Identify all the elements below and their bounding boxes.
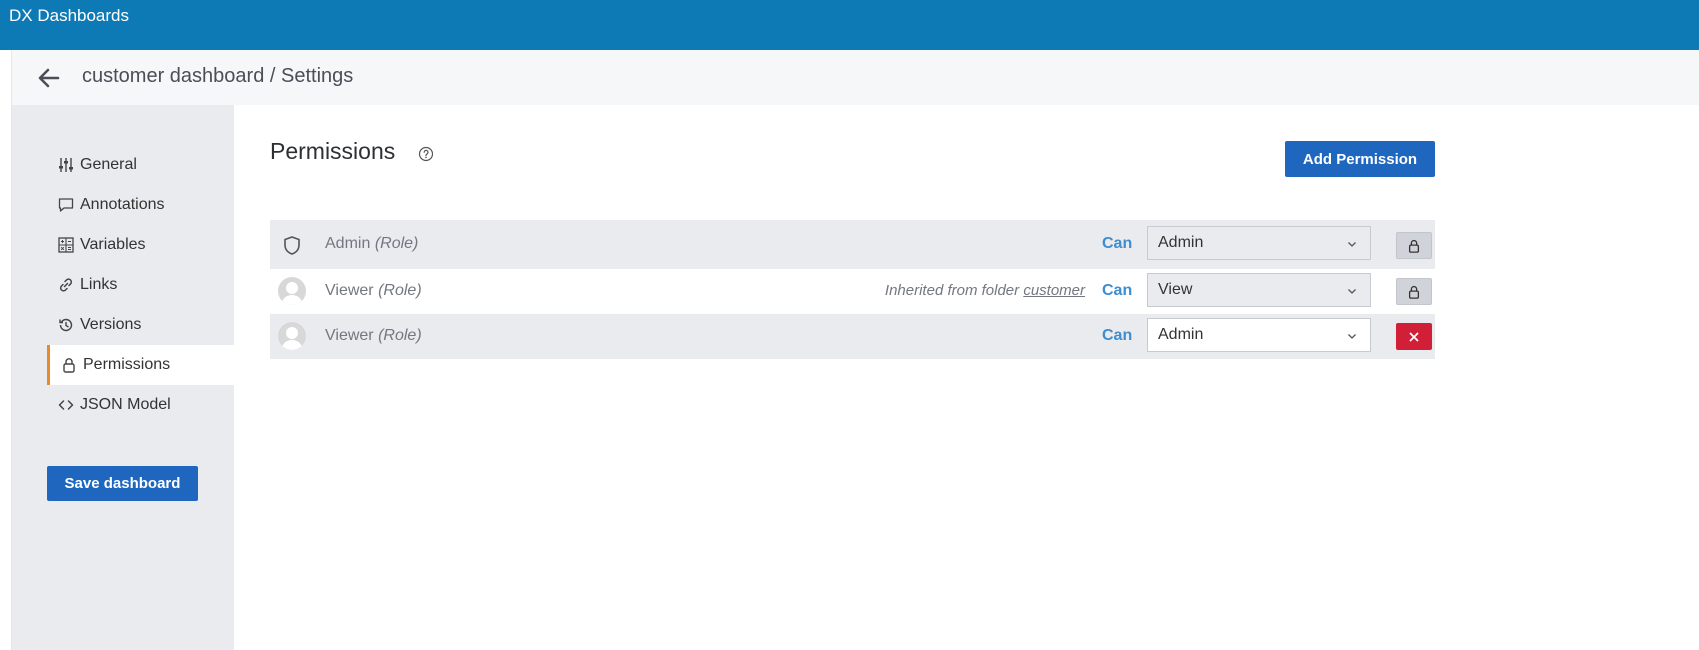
- sidebar-item-label: Links: [80, 276, 118, 293]
- settings-nav: General Annotations Variables Links Vers…: [12, 145, 234, 425]
- shield-icon: [284, 236, 300, 255]
- lock-button[interactable]: [1396, 232, 1432, 259]
- lock-icon: [1408, 239, 1420, 253]
- role-name: Admin (Role): [325, 235, 419, 252]
- permission-select-value: Admin: [1158, 234, 1204, 251]
- permission-select-value: View: [1158, 281, 1193, 298]
- sidebar-item-variables[interactable]: Variables: [12, 225, 234, 265]
- arrow-left-icon: [38, 68, 60, 88]
- role-name: Viewer (Role): [325, 327, 422, 344]
- sidebar-item-json-model[interactable]: JSON Model: [12, 385, 234, 425]
- close-icon: [1409, 332, 1419, 341]
- add-permission-button[interactable]: Add Permission: [1285, 141, 1435, 177]
- sidebar-item-general[interactable]: General: [12, 145, 234, 185]
- sidebar-item-annotations[interactable]: Annotations: [12, 185, 234, 225]
- code-icon: [58, 397, 74, 413]
- link-icon: [58, 277, 74, 293]
- chevron-down-icon: [1348, 242, 1356, 247]
- sidebar-item-versions[interactable]: Versions: [12, 305, 234, 345]
- permission-select[interactable]: Admin: [1147, 318, 1371, 352]
- app-title: DX Dashboards: [9, 6, 130, 25]
- sidebar-item-label: Versions: [80, 316, 142, 333]
- top-bar: DX Dashboards: [0, 0, 1699, 50]
- question-circle-icon[interactable]: [418, 146, 434, 162]
- back-button[interactable]: [36, 66, 62, 90]
- save-dashboard-button[interactable]: Save dashboard: [47, 466, 198, 501]
- role-name: Viewer (Role): [325, 282, 422, 299]
- permission-select-value: Admin: [1158, 326, 1204, 343]
- left-edge: [0, 50, 12, 650]
- chevron-down-icon: [1348, 334, 1356, 339]
- permission-select[interactable]: View: [1147, 273, 1371, 307]
- permission-row: Viewer (Role) Can Admin: [270, 314, 1435, 359]
- sidebar-item-label: Permissions: [83, 356, 171, 373]
- main-content: Permissions Add Permission Admin (Role) …: [235, 105, 1699, 650]
- inherited-folder-link[interactable]: customer: [1023, 282, 1085, 299]
- sliders-icon: [58, 157, 74, 173]
- permissions-table: Admin (Role) Can Admin Viewer (Role) Inh…: [270, 220, 1435, 359]
- can-label: Can: [1102, 282, 1133, 299]
- sidebar-item-label: JSON Model: [80, 396, 171, 413]
- chevron-down-icon: [1348, 289, 1356, 294]
- breadcrumb: customer dashboard / Settings: [82, 65, 354, 87]
- can-label: Can: [1102, 327, 1133, 344]
- sidebar-item-label: Variables: [80, 236, 146, 253]
- lock-button[interactable]: [1396, 278, 1432, 305]
- calculator-icon: [58, 237, 74, 253]
- inherited-note: Inherited from folder customer: [884, 282, 1085, 299]
- lock-icon: [61, 357, 77, 373]
- settings-sidebar: General Annotations Variables Links Vers…: [12, 105, 234, 650]
- page-header: customer dashboard / Settings: [12, 50, 1699, 105]
- can-label: Can: [1102, 235, 1133, 252]
- permission-row: Viewer (Role) Inherited from folder cust…: [270, 269, 1435, 314]
- lock-icon: [1408, 285, 1420, 299]
- avatar-icon: [278, 322, 306, 350]
- permission-row: Admin (Role) Can Admin: [270, 220, 1435, 269]
- sidebar-item-permissions[interactable]: Permissions: [47, 345, 234, 385]
- permission-select[interactable]: Admin: [1147, 226, 1371, 260]
- avatar-icon: [278, 277, 306, 305]
- sidebar-item-label: Annotations: [80, 196, 165, 213]
- sidebar-item-links[interactable]: Links: [12, 265, 234, 305]
- remove-permission-button[interactable]: [1396, 323, 1432, 350]
- page-title: Permissions: [270, 138, 396, 164]
- comment-icon: [58, 197, 74, 213]
- history-icon: [58, 317, 74, 333]
- sidebar-item-label: General: [80, 156, 137, 173]
